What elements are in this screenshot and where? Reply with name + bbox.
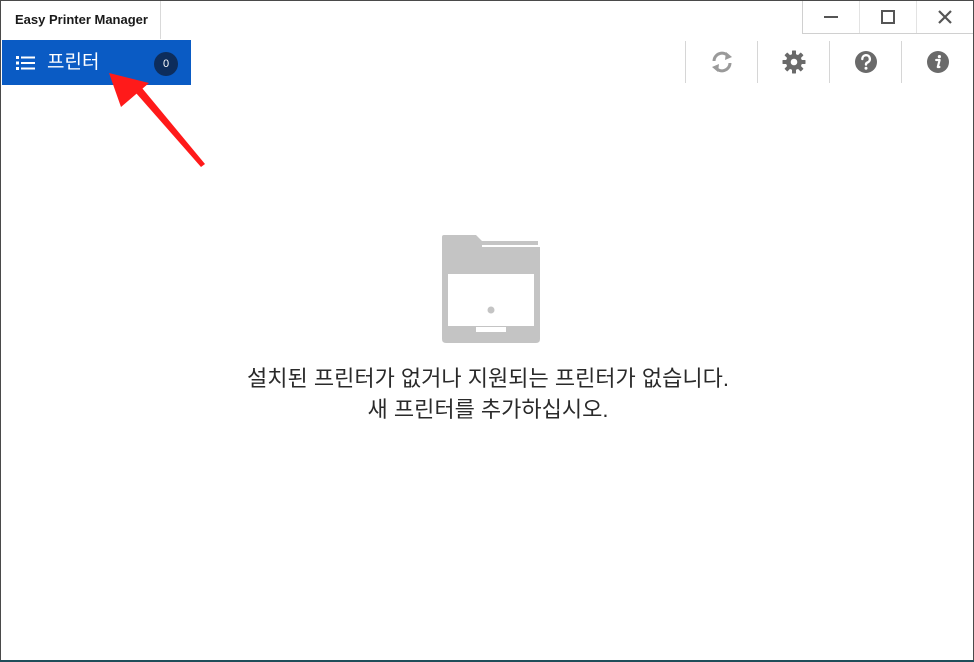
title-divider xyxy=(160,1,161,39)
app-title: Easy Printer Manager xyxy=(15,12,148,27)
toolbar xyxy=(685,41,973,83)
settings-button[interactable] xyxy=(757,41,829,83)
close-button[interactable] xyxy=(916,1,973,33)
empty-state: 설치된 프린터가 없거나 지원되는 프린터가 없습니다. 새 프린터를 추가하십… xyxy=(1,231,973,425)
empty-message: 설치된 프린터가 없거나 지원되는 프린터가 없습니다. 새 프린터를 추가하십… xyxy=(1,363,973,425)
printer-count-badge: 0 xyxy=(154,52,178,76)
printer-icon xyxy=(442,235,540,343)
help-icon xyxy=(854,51,877,73)
close-icon xyxy=(938,10,952,24)
refresh-button[interactable] xyxy=(685,41,757,83)
empty-message-line-1: 설치된 프린터가 없거나 지원되는 프린터가 없습니다. xyxy=(247,366,729,391)
info-icon xyxy=(926,51,949,73)
app-window: Easy Printer Manager 프린터 0 설치된 프린터가 없거나 … xyxy=(0,0,974,662)
printers-tab[interactable]: 프린터 0 xyxy=(2,40,191,85)
maximize-icon xyxy=(881,10,895,24)
gear-icon xyxy=(782,50,805,74)
printers-tab-label: 프린터 xyxy=(47,52,100,73)
info-button[interactable] xyxy=(901,41,973,83)
list-icon xyxy=(16,55,35,70)
refresh-icon xyxy=(711,51,732,73)
help-button[interactable] xyxy=(829,41,901,83)
empty-message-line-2: 새 프린터를 추가하십시오. xyxy=(367,397,609,422)
minimize-button[interactable] xyxy=(803,1,859,33)
minimize-icon xyxy=(824,16,838,18)
window-controls xyxy=(802,1,973,34)
maximize-button[interactable] xyxy=(859,1,916,33)
